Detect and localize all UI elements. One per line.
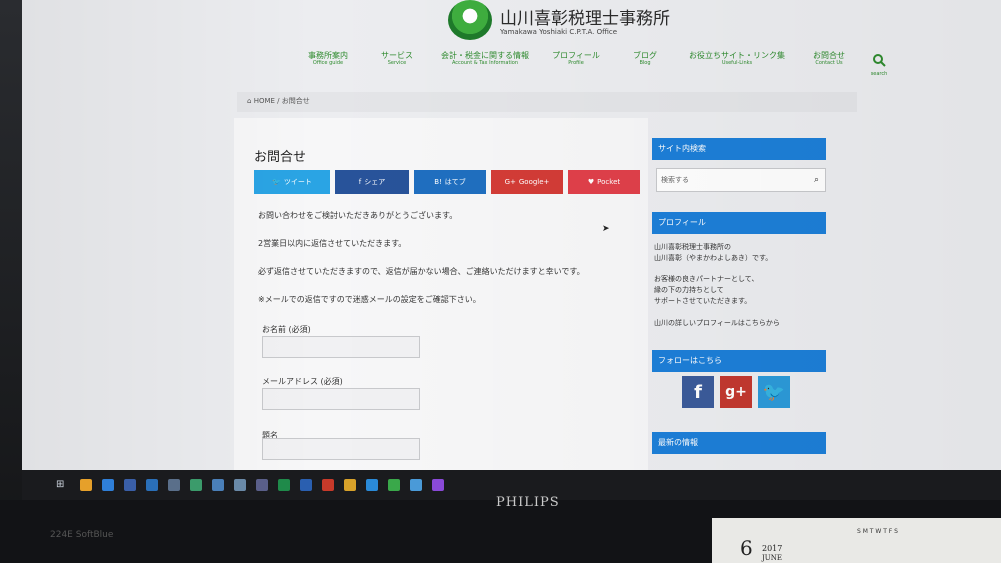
sidebar: サイト内検索 検索する ⌕ プロフィール 山川喜彰税理士事務所の 山川喜彰（やま…: [652, 118, 852, 470]
subject-field[interactable]: [262, 438, 420, 460]
profile-link[interactable]: 山川の詳しいプロフィールはこちらから: [654, 318, 780, 328]
hatena-bookmark-button[interactable]: B! はてブ: [414, 170, 486, 194]
nav-search-button[interactable]: search: [866, 52, 892, 77]
profile-text: お客様の良きパートナーとして、: [654, 275, 759, 283]
app-icon[interactable]: [322, 479, 334, 491]
profile-text: 山川喜彰（やまかわよしあき）です。: [654, 254, 773, 262]
nav-tax-information[interactable]: 会計・税金に関する情報 Account & Tax Information: [430, 51, 540, 76]
name-label: お名前 (必須): [262, 325, 311, 334]
profile-text: 山川喜彰税理士事務所の: [654, 243, 731, 251]
calendar-year: 2017: [762, 544, 783, 553]
sidebar-recent-title: 最新の情報: [652, 432, 826, 454]
sidebar-follow-title: フォローはこちら: [652, 350, 826, 372]
monitor-model-label: 224E SoftBlue: [50, 530, 114, 540]
app-icon[interactable]: [388, 479, 400, 491]
folder-icon[interactable]: [344, 479, 356, 491]
nav-contact[interactable]: お問合せ Contact Us: [796, 51, 862, 76]
word-icon[interactable]: [300, 479, 312, 491]
app-icon[interactable]: [212, 479, 224, 491]
mouse-cursor-icon: ➤: [602, 224, 610, 234]
nav-useful-links[interactable]: お役立ちサイト・リンク集 Useful-Links: [678, 51, 796, 76]
calendar-weekday-header: S M T W T F S: [857, 528, 898, 535]
app-icon[interactable]: [124, 479, 136, 491]
site-subtitle: Yamakawa Yoshiaki C.P.T.A. Office: [500, 28, 618, 36]
app-icon[interactable]: [190, 479, 202, 491]
search-icon[interactable]: ⌕: [814, 169, 819, 191]
share-buttons: 🐦 ツイート f シェア B! はてブ G+ Google+ ♥ Pocket: [254, 170, 640, 194]
profile-text: 縁の下の力持ちとして: [654, 286, 724, 294]
name-field[interactable]: [262, 336, 420, 358]
facebook-icon[interactable]: f: [682, 376, 714, 408]
tweet-button[interactable]: 🐦 ツイート: [254, 170, 330, 194]
facebook-share-button[interactable]: f シェア: [335, 170, 409, 194]
nav-blog[interactable]: ブログ Blog: [612, 51, 678, 76]
monitor-screen: 山川喜彰税理士事務所 Yamakawa Yoshiaki C.P.T.A. Of…: [22, 0, 1001, 470]
excel-icon[interactable]: [278, 479, 290, 491]
nav-office-guide[interactable]: 事務所案内 Office guide: [292, 51, 364, 76]
sidebar-search-input[interactable]: 検索する ⌕: [656, 168, 826, 192]
app-icon[interactable]: [234, 479, 246, 491]
twitter-icon: 🐦: [272, 178, 281, 186]
nav-profile[interactable]: プロフィール Profile: [540, 51, 612, 76]
google-plus-button[interactable]: G+ Google+: [491, 170, 563, 194]
email-label: メールアドレス (必須): [262, 377, 343, 386]
calendar-day: 6: [740, 536, 753, 560]
sidebar-search-title: サイト内検索: [652, 138, 826, 160]
intro-paragraph: お問い合わせをご検討いただきありがとうございます。: [258, 211, 458, 220]
breadcrumb-current: お問合せ: [281, 97, 310, 105]
calendar-month: JUNE: [762, 554, 782, 562]
breadcrumb-home[interactable]: HOME: [254, 97, 275, 105]
app-icon[interactable]: [366, 479, 378, 491]
edge-icon[interactable]: [102, 479, 114, 491]
search-icon: [873, 54, 886, 67]
desk-calendar: 6 2017 JUNE S M T W T F S: [712, 518, 1001, 563]
email-field[interactable]: [262, 388, 420, 410]
home-icon: ⌂: [247, 97, 252, 105]
site-title[interactable]: 山川喜彰税理士事務所: [500, 4, 670, 29]
reply-note-paragraph: 必ず返信させていただきますので、返信が届かない場合、ご連絡いただけますと幸いです…: [258, 267, 585, 276]
pocket-icon: ♥: [587, 178, 595, 186]
twitter-icon[interactable]: 🐦: [758, 376, 790, 408]
site-logo[interactable]: [448, 0, 492, 40]
hatena-icon: B!: [434, 178, 442, 186]
follow-icons: f g+ 🐦: [682, 376, 790, 408]
spam-note-paragraph: ※メールでの返信ですので迷惑メールの設定をご確認下さい。: [258, 295, 481, 304]
app-icon[interactable]: [432, 479, 444, 491]
main-content: お問合せ 🐦 ツイート f シェア B! はてブ G+ Google+ ♥ Pocket …: [234, 118, 648, 470]
sidebar-profile-title: プロフィール: [652, 212, 826, 234]
global-nav: 事務所案内 Office guide サービス Service 会計・税金に関する情…: [292, 51, 892, 77]
page-title: お問合せ: [254, 150, 307, 165]
reply-time-paragraph: 2営業日以内に返信させていただきます。: [258, 239, 407, 248]
monitor-brand-logo: PHILIPS: [496, 495, 560, 510]
breadcrumb: ⌂ HOME / お問合せ: [237, 92, 857, 112]
profile-text: サポートさせていただきます。: [654, 297, 752, 305]
google-plus-icon[interactable]: g+: [720, 376, 752, 408]
app-icon[interactable]: [146, 479, 158, 491]
app-icon[interactable]: [410, 479, 422, 491]
app-icon[interactable]: [256, 479, 268, 491]
nav-service[interactable]: サービス Service: [364, 51, 430, 76]
chrome-icon[interactable]: [80, 479, 92, 491]
pocket-button[interactable]: ♥ Pocket: [568, 170, 640, 194]
windows-start-icon[interactable]: ⊞: [56, 480, 66, 490]
app-icon[interactable]: [168, 479, 180, 491]
facebook-icon: f: [358, 178, 362, 186]
google-plus-icon: G+: [504, 178, 516, 186]
